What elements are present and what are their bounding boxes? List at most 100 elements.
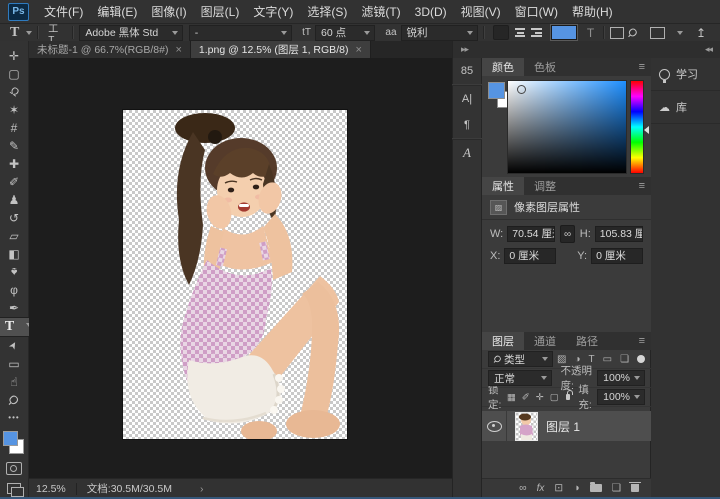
lock-transparency-icon[interactable]: ▦ [507,392,516,403]
align-left-button[interactable] [493,25,509,40]
layer-visibility-cell[interactable] [482,411,507,441]
crop-tool[interactable]: # [2,119,27,137]
panel-menu-icon[interactable]: ≡ [639,58,651,76]
path-selection-tool[interactable]: ➤ [2,337,27,355]
learn-panel-button[interactable]: 学习 [651,58,720,91]
menu-image[interactable]: 图像(I) [144,1,193,23]
panel-menu-icon[interactable]: ≡ [639,177,651,195]
edit-toolbar-icon[interactable]: ••• [2,409,27,427]
glyphs-panel-icon[interactable]: A [452,140,482,166]
lock-position-icon[interactable]: ✛ [536,392,544,403]
zoom-level-field[interactable]: 12.5% [29,483,76,495]
shape-tool[interactable]: ▭ [2,355,27,373]
tab-color[interactable]: 颜色 [482,58,524,76]
menu-layer[interactable]: 图层(L) [194,1,247,23]
layer-thumbnail[interactable] [515,412,538,441]
status-chevron-icon[interactable]: › [200,483,204,495]
menu-type[interactable]: 文字(Y) [246,1,300,23]
new-layer-icon[interactable]: ❏ [612,482,621,494]
link-layers-icon[interactable]: ∞ [519,482,527,494]
font-family-select[interactable]: Adobe 黑体 Std [79,25,182,41]
filter-toggle-icon[interactable] [637,355,645,363]
history-brush-tool[interactable]: ↺ [2,209,27,227]
eraser-tool[interactable]: ▱ [2,227,27,245]
tab-channels[interactable]: 通道 [524,332,566,350]
dodge-tool[interactable]: φ [2,281,27,299]
clone-stamp-tool[interactable]: ♟ [2,191,27,209]
blur-tool[interactable]: ♠ [2,263,27,281]
tab-layers[interactable]: 图层 [482,332,524,350]
foreground-background-swatches[interactable] [2,431,26,455]
layer-filter-select[interactable]: Ϙ 类型 [488,351,553,367]
color-field-marker[interactable] [517,85,526,94]
lock-artboard-icon[interactable]: ▢ [550,392,559,403]
fill-select[interactable]: 100% [597,389,645,405]
saturation-brightness-field[interactable] [507,80,627,174]
expand-panels-icon[interactable]: ◂◂ [705,44,712,55]
anti-alias-select[interactable]: 锐利 [401,25,478,41]
healing-brush-tool[interactable]: ✚ [2,155,27,173]
lasso-tool[interactable]: Ω [2,83,27,101]
panel-menu-icon[interactable]: ≡ [639,332,651,350]
libraries-panel-button[interactable]: ☁ 库 [651,91,720,124]
character-panel-icon[interactable]: A| [452,86,482,112]
document-tab-untitled[interactable]: 未标题-1 @ 66.7%(RGB/8#) × [29,41,191,58]
y-input[interactable]: 0 厘米 [591,248,643,264]
layer-name[interactable]: 图层 1 [546,418,580,435]
eyedropper-tool[interactable]: ✎ [2,137,27,155]
move-tool[interactable]: ✛ [2,47,27,65]
hue-slider-pointer[interactable] [644,126,649,134]
document-tab-1png[interactable]: 1.png @ 12.5% (图层 1, RGB/8) × [191,41,371,58]
lock-all-icon[interactable] [566,394,571,400]
foreground-color-swatch[interactable] [488,82,505,99]
magic-wand-tool[interactable]: ✶ [2,101,27,119]
link-dimensions-icon[interactable]: ∞ [560,225,574,243]
tab-swatches[interactable]: 色板 [524,58,566,76]
font-size-select[interactable]: 60 点 [315,25,375,41]
foreground-color-swatch[interactable] [3,431,18,446]
tab-paths[interactable]: 路径 [566,332,608,350]
blend-mode-select[interactable]: 正常 [488,370,552,386]
font-style-select[interactable]: - [189,25,292,41]
lock-pixels-icon[interactable]: ✐ [522,392,530,403]
search-icon[interactable]: Ϙ [623,22,643,42]
menu-filter[interactable]: 滤镜(T) [354,1,407,23]
filter-smart-objects-icon[interactable]: ❏ [620,354,629,365]
opacity-select[interactable]: 100% [597,370,645,386]
marquee-tool[interactable]: ▢ [2,65,27,83]
paragraph-panel-icon[interactable]: ¶ [452,112,482,138]
menu-select[interactable]: 选择(S) [300,1,354,23]
tab-adjustments[interactable]: 调整 [524,177,566,195]
menu-window[interactable]: 窗口(W) [508,1,565,23]
filter-shape-layers-icon[interactable]: ▭ [603,354,612,365]
height-input[interactable]: 105.83 厘米 [595,226,643,242]
pen-tool[interactable]: ✒ [2,299,27,317]
layer-row[interactable]: 图层 1 [482,411,651,441]
align-center-button[interactable] [515,28,525,37]
layer-style-icon[interactable]: fx [537,483,545,494]
layer-mask-icon[interactable]: ⊡ [554,482,563,494]
hue-slider[interactable] [630,80,644,174]
collapse-panels-icon[interactable]: ▸▸ [461,44,468,55]
eye-icon[interactable] [487,421,502,432]
close-icon[interactable]: × [355,44,361,56]
type-tool-preset-icon[interactable]: T [6,25,23,41]
menu-edit[interactable]: 编辑(E) [90,1,144,23]
warp-text-icon[interactable]: T [583,26,598,40]
workspace-layout-icon[interactable] [650,27,665,39]
text-color-swatch[interactable] [551,25,577,40]
menu-3d[interactable]: 3D(D) [408,1,454,23]
close-icon[interactable]: × [175,44,181,56]
x-input[interactable]: 0 厘米 [504,248,556,264]
brush-tool[interactable]: ✐ [2,173,27,191]
canvas[interactable] [123,110,347,439]
delete-layer-icon[interactable] [631,484,639,492]
align-right-button[interactable] [531,28,541,37]
quick-mask-icon[interactable] [6,462,22,475]
tab-properties[interactable]: 属性 [482,177,524,195]
adjustment-layer-icon[interactable]: ◑ [573,482,579,494]
new-group-icon[interactable] [590,484,602,492]
screen-mode-icon[interactable] [7,483,21,494]
clone-source-panel-icon[interactable]: 85 [452,58,482,84]
toggle-panels-icon[interactable] [610,27,624,39]
